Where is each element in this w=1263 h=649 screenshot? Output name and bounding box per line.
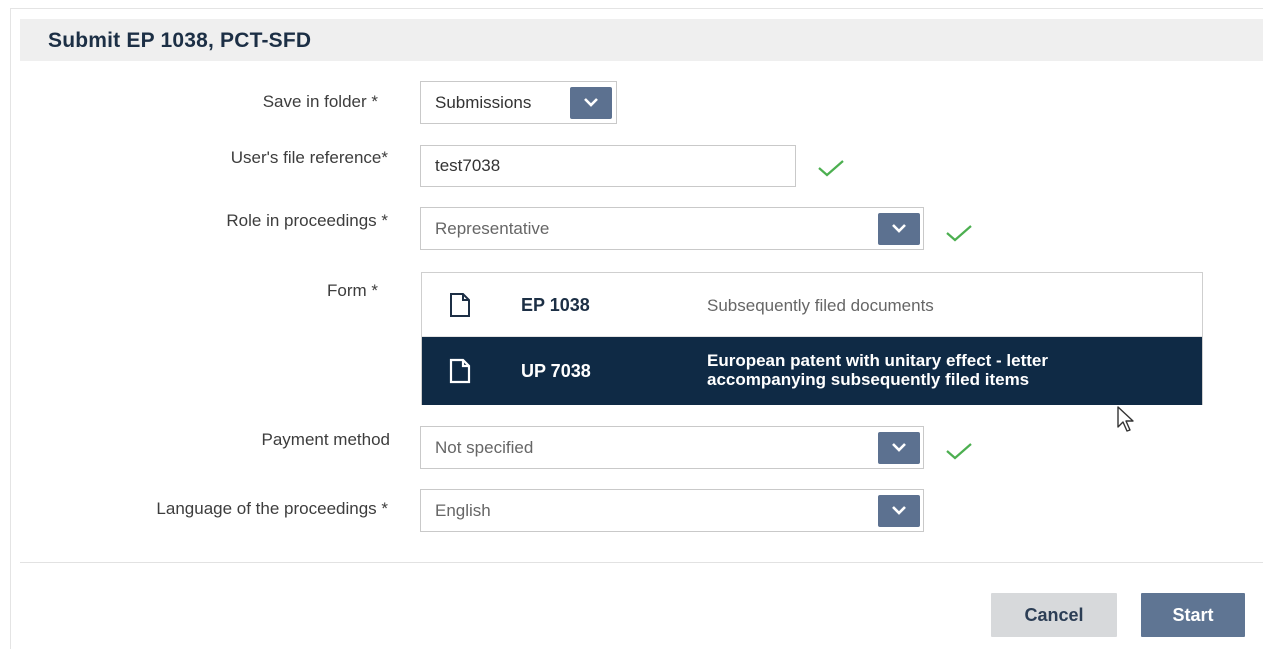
- payment-method-value: Not specified: [435, 438, 534, 457]
- form-description-line: European patent with unitary effect - le…: [707, 351, 1048, 370]
- dialog-frame-left: [10, 8, 11, 649]
- checkmark-icon: [946, 225, 972, 242]
- file-reference-value: test7038: [435, 156, 501, 175]
- role-select[interactable]: Representative: [420, 207, 924, 250]
- form-code: UP 7038: [521, 361, 591, 381]
- form-option-ep1038[interactable]: EP 1038 Subsequently filed documents: [422, 273, 1202, 337]
- form-label: Form *: [327, 281, 378, 300]
- form-description: Subsequently filed documents: [707, 296, 934, 315]
- chevron-down-icon: [892, 224, 906, 233]
- cancel-button[interactable]: Cancel: [991, 593, 1117, 637]
- language-select[interactable]: English: [420, 489, 924, 532]
- dialog-header: Submit EP 1038, PCT-SFD: [20, 19, 1263, 61]
- form-description-line: accompanying subsequently filed items: [707, 370, 1030, 389]
- dialog-title: Submit EP 1038, PCT-SFD: [48, 29, 312, 52]
- language-label: Language of the proceedings *: [156, 499, 388, 518]
- form-option-up7038[interactable]: UP 7038 European patent with unitary eff…: [422, 337, 1202, 405]
- document-icon: [450, 293, 470, 317]
- payment-method-label: Payment method: [261, 430, 390, 449]
- file-reference-label: User's file reference*: [230, 148, 388, 167]
- payment-method-dropdown-button[interactable]: [878, 432, 920, 464]
- role-value: Representative: [435, 219, 550, 238]
- chevron-down-icon: [892, 443, 906, 452]
- save-in-folder-select[interactable]: Submissions: [420, 81, 617, 124]
- save-in-folder-dropdown-button[interactable]: [570, 87, 612, 119]
- save-in-folder-label: Save in folder *: [262, 92, 378, 111]
- role-label: Role in proceedings *: [226, 211, 388, 230]
- language-value: English: [435, 501, 491, 520]
- checkmark-icon: [818, 160, 844, 177]
- mouse-pointer-icon: [1117, 406, 1134, 432]
- role-dropdown-button[interactable]: [878, 213, 920, 245]
- dialog-frame-top: [10, 8, 1263, 9]
- start-button[interactable]: Start: [1141, 593, 1245, 637]
- language-dropdown-button[interactable]: [878, 495, 920, 527]
- form-code: EP 1038: [521, 295, 590, 315]
- chevron-down-icon: [892, 506, 906, 515]
- footer-divider: [20, 562, 1263, 563]
- form-description: European patent with unitary effect - le…: [707, 351, 1048, 389]
- chevron-down-icon: [584, 98, 598, 107]
- file-reference-input[interactable]: test7038: [420, 145, 796, 187]
- checkmark-icon: [946, 443, 972, 460]
- payment-method-select[interactable]: Not specified: [420, 426, 924, 469]
- save-in-folder-value: Submissions: [435, 93, 532, 112]
- form-list: EP 1038 Subsequently filed documents UP …: [421, 272, 1203, 405]
- document-icon: [449, 358, 471, 384]
